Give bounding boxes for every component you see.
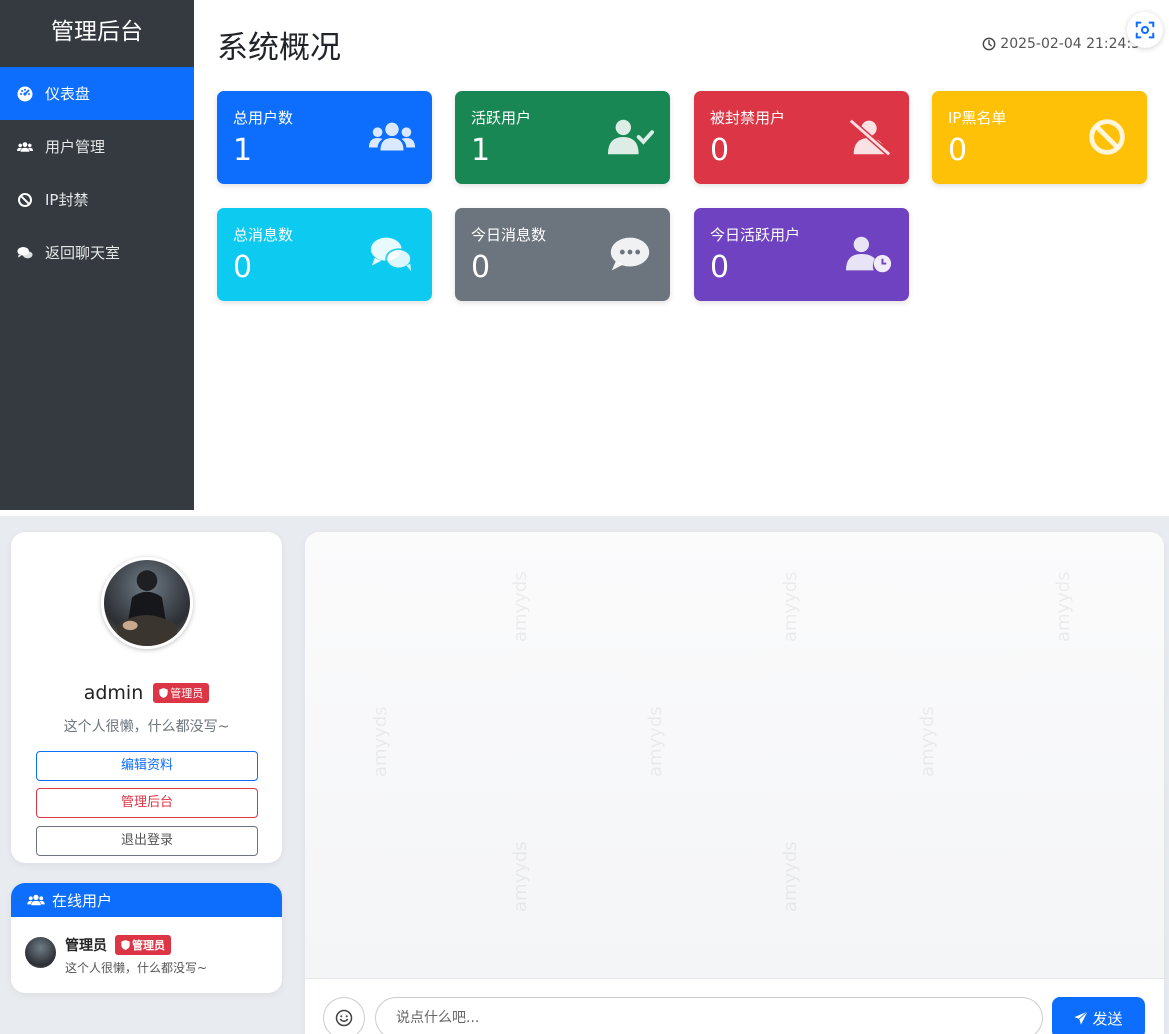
datetime-text: 2025-02-04 21:24:38 [1000, 36, 1149, 52]
chat-icon [14, 245, 36, 261]
online-user-name-row: 管理员 管理员 [65, 935, 207, 955]
admin-badge: 管理员 [153, 683, 210, 703]
stat-value: 1 [233, 133, 253, 168]
online-user-bio: 这个人很懒，什么都没写~ [65, 961, 208, 975]
stat-card-today-messages: 今日消息数 0 [455, 208, 670, 301]
message-area[interactable]: amyyds amyyds amyyds amyyds amyyds amyyd… [305, 532, 1164, 1034]
admin-dashboard: 管理后台 仪表盘 用户管理 IP封禁 返回聊天室 系统概况 2025-02-04… [0, 0, 1169, 510]
stat-label: 活跃用户 [471, 109, 532, 127]
sidebar-item-label: 用户管理 [45, 138, 106, 156]
online-users-panel: 在线用户 管理员 管理员 这个人很懒，什么都没写~ [11, 883, 282, 993]
watermark: amyyds [510, 571, 531, 642]
badge-label: 管理员 [132, 939, 165, 952]
admin-badge: 管理员 [115, 935, 171, 955]
send-button[interactable]: 发送 [1052, 997, 1145, 1034]
stat-card-total-messages: 总消息数 0 [217, 208, 432, 301]
emoji-button[interactable] [323, 997, 365, 1034]
online-users-title: 在线用户 [52, 891, 113, 910]
dashboard-icon [14, 86, 36, 102]
stat-value: 0 [710, 250, 730, 285]
online-user-name: 管理员 [65, 938, 107, 954]
profile-bio: 这个人很懒，什么都没写~ [63, 719, 230, 735]
watermark: amyyds [370, 706, 391, 777]
watermark: amyyds [917, 706, 938, 777]
main-content: 系统概况 2025-02-04 21:24:38 总用户数 1 活跃用户 1 被… [194, 0, 1169, 510]
users-icon [366, 117, 418, 157]
stat-label: 被封禁用户 [710, 109, 786, 127]
stat-card-ip-blacklist: IP黑名单 0 [932, 91, 1147, 184]
ban-icon [14, 192, 36, 208]
avatar[interactable] [101, 557, 193, 649]
badge-label: 管理员 [170, 687, 204, 700]
stat-label: 总用户数 [233, 109, 294, 127]
stat-value: 0 [948, 133, 968, 168]
shield-icon [121, 940, 130, 950]
watermark: amyyds [510, 841, 531, 912]
admin-panel-button[interactable]: 管理后台 [36, 788, 258, 818]
clock-icon [982, 37, 996, 51]
user-check-icon [604, 117, 656, 157]
online-user-item[interactable]: 管理员 管理员 这个人很懒，什么都没写~ [25, 935, 207, 976]
watermark: amyyds [1053, 571, 1074, 642]
paper-plane-icon [1074, 1011, 1089, 1025]
profile-card: admin 管理员 这个人很懒，什么都没写~ 编辑资料 管理后台 退出登录 [11, 532, 282, 863]
users-icon [14, 139, 36, 155]
message-input[interactable] [375, 997, 1043, 1034]
watermark: amyyds [780, 841, 801, 912]
comment-dots-icon [604, 234, 656, 274]
ban-icon [1081, 117, 1133, 157]
sidebar-item-label: 返回聊天室 [45, 244, 121, 262]
online-users-header: 在线用户 [11, 883, 282, 917]
sidebar-item-users[interactable]: 用户管理 [0, 120, 194, 173]
comments-icon [366, 234, 418, 274]
stat-card-total-users: 总用户数 1 [217, 91, 432, 184]
watermark: amyyds [645, 706, 666, 777]
stat-value: 0 [471, 250, 491, 285]
stat-card-active-users: 活跃用户 1 [455, 91, 670, 184]
stat-label: 总消息数 [233, 226, 294, 244]
scan-icon [1135, 21, 1155, 39]
stat-value: 0 [233, 250, 253, 285]
watermark: amyyds [780, 571, 801, 642]
sidebar-item-back-to-chat[interactable]: 返回聊天室 [0, 226, 194, 279]
stat-value: 1 [471, 133, 491, 168]
user-clock-icon [843, 234, 895, 274]
stat-label: 今日活跃用户 [710, 226, 801, 244]
user-slash-icon [843, 117, 895, 157]
profile-username: admin [83, 682, 144, 704]
edit-profile-button[interactable]: 编辑资料 [36, 751, 258, 781]
datetime-display: 2025-02-04 21:24:38 [982, 36, 1149, 52]
message-input-bar: 发送 [305, 978, 1164, 1034]
sidebar-item-label: 仪表盘 [45, 85, 91, 103]
sidebar-item-ip-ban[interactable]: IP封禁 [0, 173, 194, 226]
sidebar-item-dashboard[interactable]: 仪表盘 [0, 67, 194, 120]
profile-name-row: admin 管理员 [11, 682, 282, 704]
send-label: 发送 [1092, 1009, 1123, 1028]
stat-card-banned-users: 被封禁用户 0 [694, 91, 909, 184]
stat-value: 0 [710, 133, 730, 168]
logout-button[interactable]: 退出登录 [36, 826, 258, 856]
screenshot-scan-button[interactable] [1127, 12, 1163, 48]
stat-label: IP黑名单 [948, 109, 1007, 127]
avatar-photo [117, 570, 177, 646]
sidebar-title: 管理后台 [51, 19, 143, 45]
users-icon [27, 894, 45, 906]
smile-icon [335, 1009, 353, 1027]
stat-label: 今日消息数 [471, 226, 547, 244]
shield-icon [159, 688, 168, 698]
stat-card-today-active-users: 今日活跃用户 0 [694, 208, 909, 301]
page-title: 系统概况 [217, 30, 341, 66]
sidebar-item-label: IP封禁 [45, 191, 89, 209]
avatar [25, 937, 56, 968]
sidebar: 管理后台 仪表盘 用户管理 IP封禁 返回聊天室 [0, 0, 194, 510]
chat-room: admin 管理员 这个人很懒，什么都没写~ 编辑资料 管理后台 退出登录 在线… [0, 516, 1169, 1034]
